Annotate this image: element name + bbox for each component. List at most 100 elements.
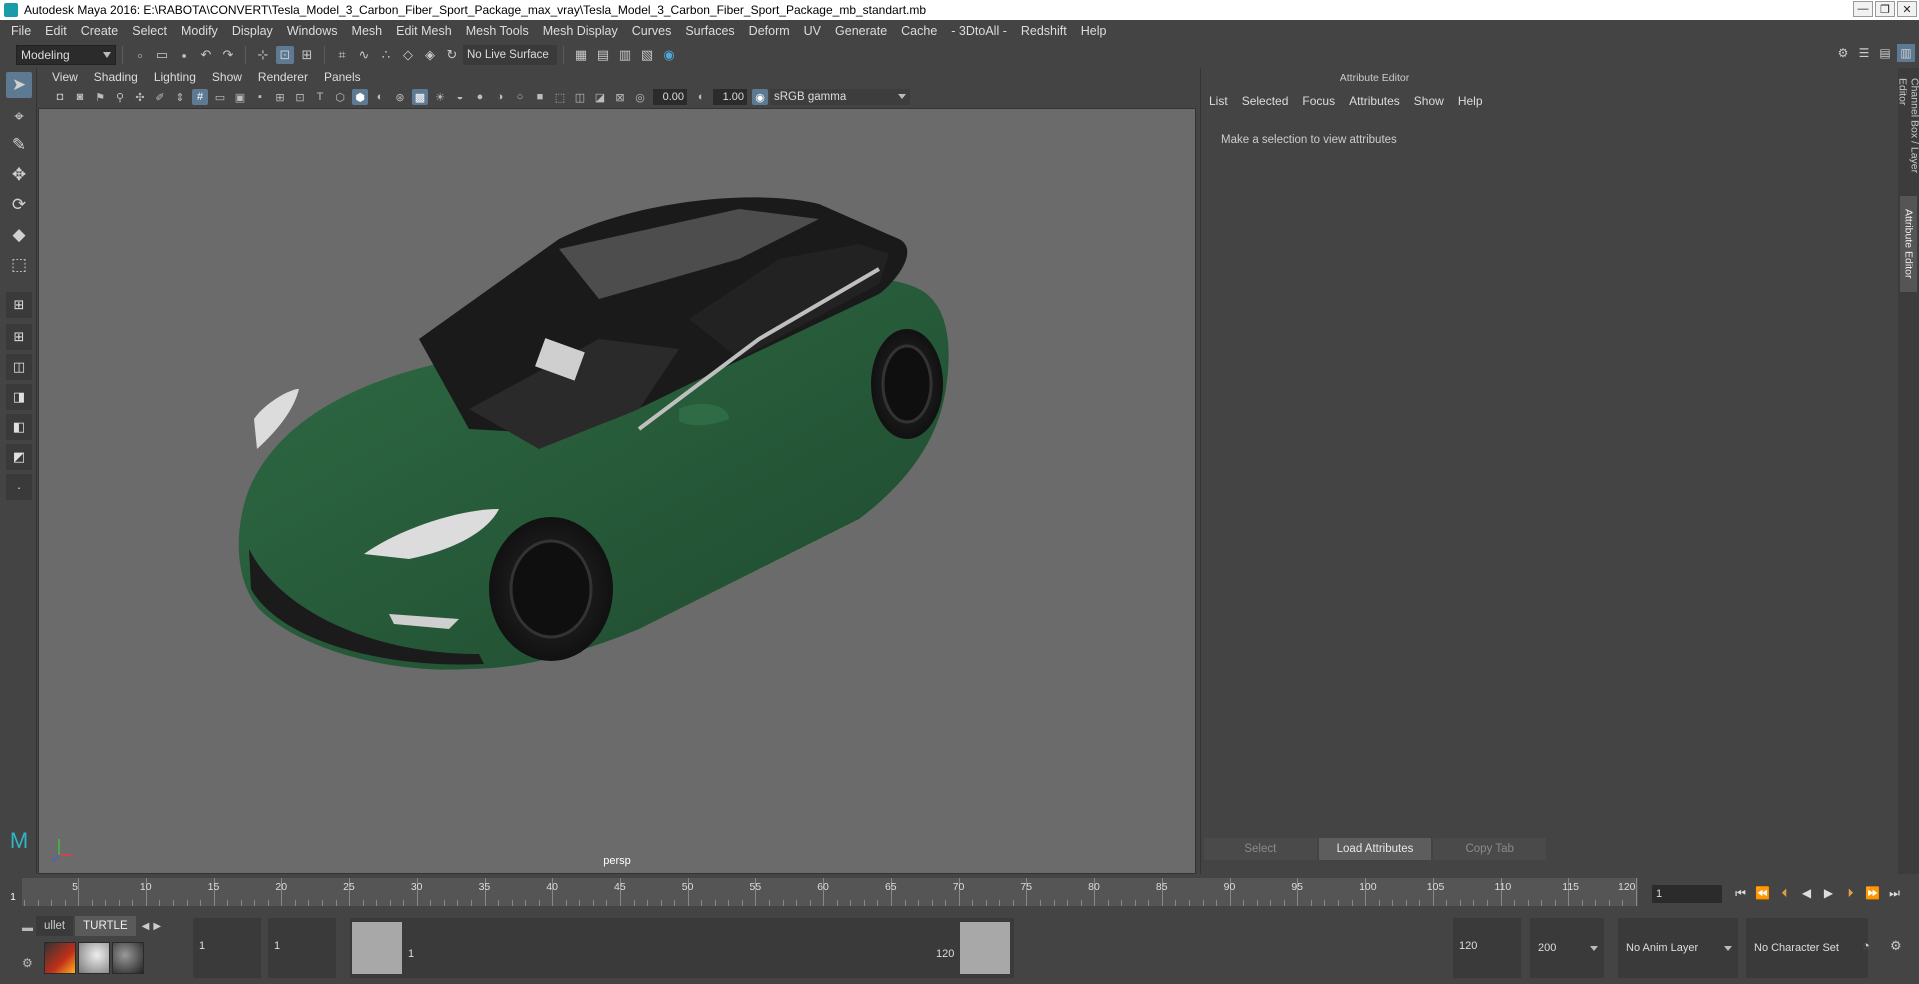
ae-menu-show[interactable]: Show xyxy=(1414,94,1444,108)
turtle-render-icon[interactable] xyxy=(44,942,76,974)
panel-menu-show[interactable]: Show xyxy=(212,70,242,84)
step-forward-icon[interactable]: ⏩ xyxy=(1864,884,1881,902)
textured-icon[interactable]: ▩ xyxy=(412,89,428,105)
menu-windows[interactable]: Windows xyxy=(280,24,345,38)
smooth-shade-icon[interactable]: ⬢ xyxy=(352,89,368,105)
render-view-icon[interactable]: ▧ xyxy=(638,46,656,64)
ae-menu-list[interactable]: List xyxy=(1209,94,1228,108)
isolate-select-icon[interactable]: ⬚ xyxy=(552,89,568,105)
menu-mesh-display[interactable]: Mesh Display xyxy=(536,24,625,38)
grid-icon[interactable]: # xyxy=(192,89,208,105)
menu-display[interactable]: Display xyxy=(225,24,280,38)
panel-menu-shading[interactable]: Shading xyxy=(94,70,138,84)
anim-layer-dropdown[interactable]: No Anim Layer xyxy=(1618,918,1738,978)
range-start-handle[interactable] xyxy=(352,922,402,974)
image-plane-icon[interactable]: ⚲ xyxy=(112,89,128,105)
shelf-options-icon[interactable]: ▬ xyxy=(22,922,33,934)
outliner-persp-layout-icon[interactable]: ◨ xyxy=(6,384,32,410)
hypershade-persp-layout-icon[interactable]: ◩ xyxy=(6,444,32,470)
select-by-hierarchy-icon[interactable]: ⊹ xyxy=(254,46,272,64)
motion-blur-icon[interactable]: ◑ xyxy=(492,89,508,105)
multisample-aa-icon[interactable]: ○ xyxy=(512,89,528,105)
play-backwards-icon[interactable]: ◀ xyxy=(1798,884,1815,902)
character-set-dropdown[interactable]: No Character Set xyxy=(1746,918,1868,978)
menu-mesh[interactable]: Mesh xyxy=(345,24,390,38)
turtle-bake-icon[interactable] xyxy=(78,942,110,974)
select-by-component-icon[interactable]: ⊞ xyxy=(298,46,316,64)
bookmarks-icon[interactable]: ⚑ xyxy=(92,89,108,105)
shelf-tab-bullet[interactable]: ullet xyxy=(36,916,74,936)
shelf-scroll-right-icon[interactable]: ▶ xyxy=(153,921,161,932)
film-gate-icon[interactable]: ▭ xyxy=(212,89,228,105)
tab-channel-box[interactable]: Channel Box / Layer Editor xyxy=(1897,78,1919,188)
snap-point-icon[interactable]: ∴ xyxy=(377,46,395,64)
time-slider-track[interactable]: 5 10 15 20 25 30 35 40 45 50 55 60 65 70 75 80 85 90 95 100… xyxy=(22,878,1638,906)
hypershade-icon[interactable]: ◉ xyxy=(660,46,678,64)
camera-attributes-icon[interactable]: ◙ xyxy=(72,89,88,105)
copy-tab-button[interactable]: Copy Tab xyxy=(1433,838,1547,860)
screen-space-ao-icon[interactable]: ● xyxy=(472,89,488,105)
time-slider[interactable]: 1 5 10 15 20 25 30 35 40 45 50 55 60 65 70 75 80 85 90 95 1… xyxy=(0,876,1919,908)
color-management-icon[interactable]: ◉ xyxy=(752,89,768,105)
open-scene-icon[interactable]: ▭ xyxy=(153,46,171,64)
menu-set-dropdown[interactable]: Modeling xyxy=(16,45,116,65)
two-panes-layout-icon[interactable]: ◫ xyxy=(6,354,32,380)
menu-edit[interactable]: Edit xyxy=(38,24,74,38)
gate-mask-icon[interactable]: ▪ xyxy=(252,89,268,105)
safe-action-icon[interactable]: ⊡ xyxy=(292,89,308,105)
menu-mesh-tools[interactable]: Mesh Tools xyxy=(459,24,536,38)
menu-file[interactable]: File xyxy=(4,24,38,38)
ae-menu-focus[interactable]: Focus xyxy=(1302,94,1335,108)
panel-menu-panels[interactable]: Panels xyxy=(324,70,361,84)
exposure-field[interactable]: 0.00 xyxy=(653,89,687,105)
turtle-sphere-icon[interactable] xyxy=(112,942,144,974)
menu-edit-mesh[interactable]: Edit Mesh xyxy=(389,24,459,38)
xray-components-icon[interactable]: ⊠ xyxy=(612,89,628,105)
panel-menu-view[interactable]: View xyxy=(52,70,78,84)
menu-create[interactable]: Create xyxy=(74,24,126,38)
snap-live-icon[interactable]: ↻ xyxy=(443,46,461,64)
shadows-icon[interactable]: ◒ xyxy=(452,89,468,105)
shelf-gear-icon[interactable]: ⚙ xyxy=(22,956,33,970)
menu-curves[interactable]: Curves xyxy=(625,24,679,38)
menu-redshift[interactable]: Redshift xyxy=(1014,24,1074,38)
move-tool-icon[interactable]: ✥ xyxy=(6,162,32,188)
outliner-icon[interactable]: ☰ xyxy=(1855,44,1873,62)
animation-end-field[interactable]: 200 xyxy=(1530,918,1604,978)
custom-layout-icon[interactable]: · xyxy=(6,474,32,500)
step-back-icon[interactable]: ⏪ xyxy=(1754,884,1771,902)
ae-menu-selected[interactable]: Selected xyxy=(1242,94,1289,108)
panel-menu-lighting[interactable]: Lighting xyxy=(154,70,196,84)
shelf-tab-turtle[interactable]: TURTLE xyxy=(75,916,136,936)
step-forward-key-icon[interactable]: ⏵ xyxy=(1842,884,1859,902)
last-tool-icon[interactable]: ⬚ xyxy=(6,252,32,278)
restore-button[interactable]: ❐ xyxy=(1875,1,1895,17)
menu-deform[interactable]: Deform xyxy=(742,24,797,38)
modeling-toolkit-icon[interactable]: ⚙ xyxy=(1834,44,1852,62)
render-settings-icon[interactable]: ▦ xyxy=(572,46,590,64)
menu-modify[interactable]: Modify xyxy=(174,24,225,38)
menu-uv[interactable]: UV xyxy=(797,24,828,38)
step-back-key-icon[interactable]: ⏴ xyxy=(1776,884,1793,902)
ae-menu-attributes[interactable]: Attributes xyxy=(1349,94,1400,108)
scale-tool-icon[interactable]: ◆ xyxy=(6,222,32,248)
load-attributes-button[interactable]: Load Attributes xyxy=(1318,838,1432,860)
depth-of-field-icon[interactable]: ■ xyxy=(532,89,548,105)
range-end-handle[interactable] xyxy=(960,922,1010,974)
lasso-tool-icon[interactable]: ⌖ xyxy=(6,104,32,130)
rotate-tool-icon[interactable]: ⟳ xyxy=(6,192,32,218)
animation-start-field[interactable]: 1 xyxy=(193,918,261,978)
ipr-render-icon[interactable]: ▥ xyxy=(616,46,634,64)
undo-icon[interactable]: ↶ xyxy=(197,46,215,64)
auto-key-icon[interactable]: ◔ xyxy=(1862,938,1870,953)
ae-menu-help[interactable]: Help xyxy=(1458,94,1483,108)
field-chart-icon[interactable]: ⊞ xyxy=(272,89,288,105)
grease-pencil-icon[interactable]: ✐ xyxy=(152,89,168,105)
close-button[interactable]: ✕ xyxy=(1897,1,1917,17)
redo-icon[interactable]: ↷ xyxy=(219,46,237,64)
select-button[interactable]: Select xyxy=(1204,838,1317,860)
attribute-editor-toggle-icon[interactable]: ▥ xyxy=(1897,44,1915,62)
single-perspective-layout-icon[interactable]: ⊞ xyxy=(6,292,32,318)
playback-end-field[interactable]: 120 xyxy=(1453,918,1521,978)
xray-icon[interactable]: ◫ xyxy=(572,89,588,105)
